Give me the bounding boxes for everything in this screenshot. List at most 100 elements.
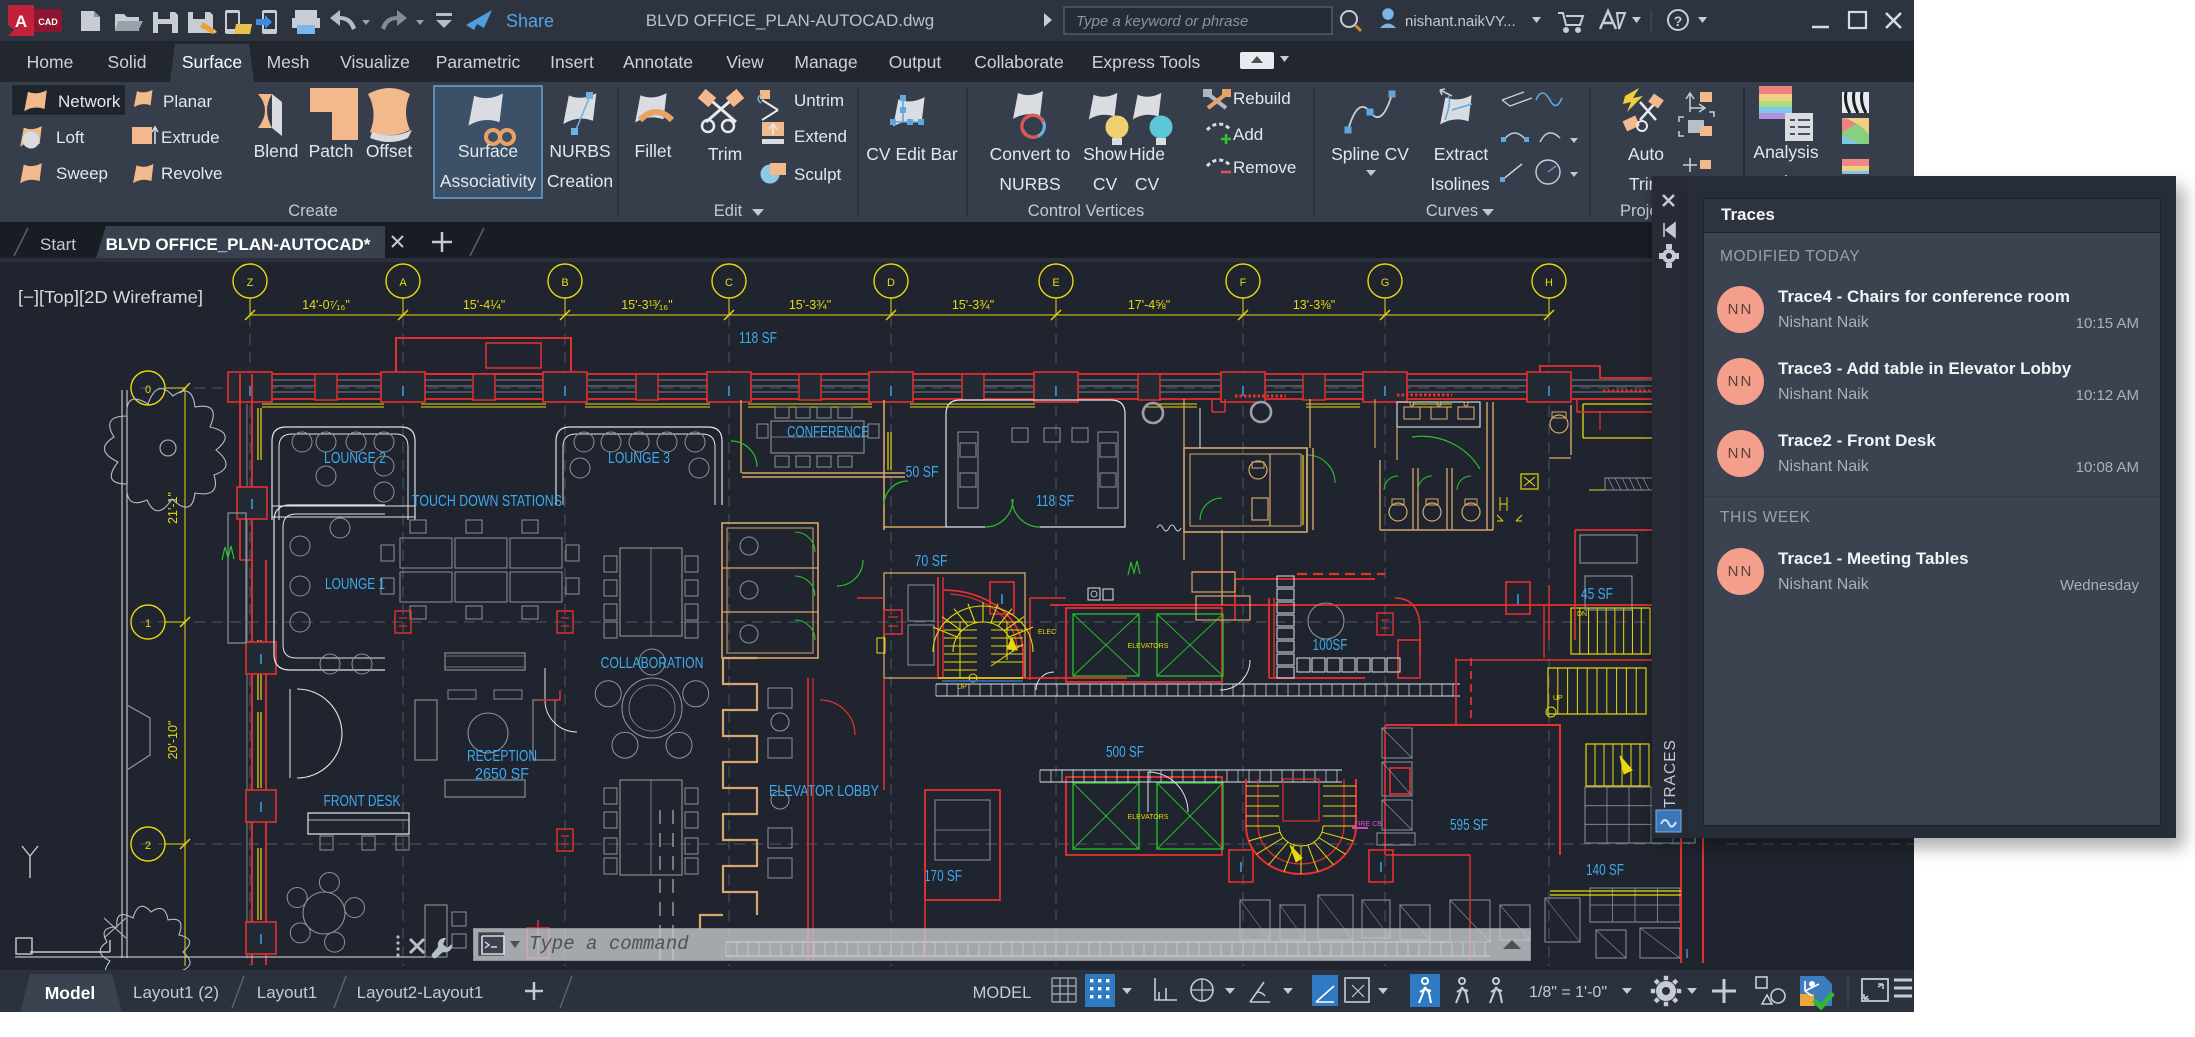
- svg-text:Manage: Manage: [794, 52, 857, 72]
- svg-text:Fillet: Fillet: [635, 141, 672, 161]
- svg-text:170 SF: 170 SF: [924, 868, 962, 885]
- svg-text:Revolve: Revolve: [161, 164, 222, 183]
- svg-text:Output: Output: [889, 52, 942, 72]
- svg-text:Mesh: Mesh: [267, 52, 310, 72]
- svg-text:118 SF: 118 SF: [739, 330, 777, 347]
- svg-text:I: I: [1054, 383, 1058, 400]
- svg-text:CV Edit Bar: CV Edit Bar: [866, 144, 958, 164]
- svg-text:Convert to: Convert to: [990, 144, 1071, 164]
- svg-text:118 SF: 118 SF: [1036, 493, 1074, 510]
- svg-text:ELEC: ELEC: [1038, 629, 1056, 636]
- svg-text:[−][Top][2D Wireframe]: [−][Top][2D Wireframe]: [18, 287, 203, 307]
- svg-text:Associativity: Associativity: [440, 171, 537, 191]
- svg-text:E: E: [1052, 277, 1059, 289]
- svg-text:A: A: [399, 277, 407, 289]
- svg-text:Extend: Extend: [794, 127, 847, 146]
- svg-text:CAD: CAD: [38, 17, 58, 27]
- svg-text:CV: CV: [1093, 174, 1118, 194]
- svg-text:Surface: Surface: [182, 52, 242, 72]
- svg-text:2650 SF: 2650 SF: [475, 766, 529, 783]
- svg-text:Annotate: Annotate: [623, 52, 693, 72]
- svg-text:I: I: [250, 496, 254, 513]
- svg-text:Solid: Solid: [108, 52, 147, 72]
- svg-text:Control Vertices: Control Vertices: [1028, 202, 1144, 220]
- svg-text:I: I: [1000, 591, 1004, 608]
- svg-text:Analysis: Analysis: [1753, 142, 1818, 162]
- svg-text:Visualize: Visualize: [340, 52, 410, 72]
- svg-text:Home: Home: [27, 52, 74, 72]
- svg-text:Layout2-Layout1: Layout2-Layout1: [357, 983, 484, 1002]
- svg-text:I: I: [1383, 383, 1387, 400]
- svg-text:G: G: [1381, 277, 1390, 289]
- svg-text:FIRE CB: FIRE CB: [1354, 821, 1382, 828]
- svg-text:Remove: Remove: [1233, 158, 1296, 177]
- svg-text:Curves: Curves: [1426, 202, 1478, 220]
- svg-text:1/8" = 1'-0": 1/8" = 1'-0": [1529, 984, 1607, 1001]
- svg-text:I: I: [259, 799, 263, 816]
- svg-text:595 SF: 595 SF: [1450, 817, 1488, 834]
- svg-text:LOUNGE 1: LOUNGE 1: [325, 576, 385, 593]
- svg-text:CV: CV: [1135, 174, 1160, 194]
- svg-text:I: I: [563, 383, 567, 400]
- svg-text:Sweep: Sweep: [56, 164, 108, 183]
- svg-text:14'-0⁷⁄₁₆": 14'-0⁷⁄₁₆": [302, 298, 350, 312]
- svg-text:DN: DN: [1577, 611, 1587, 618]
- svg-text:Share: Share: [506, 11, 554, 31]
- svg-text:Model: Model: [45, 983, 96, 1003]
- svg-text:Add: Add: [1233, 125, 1263, 144]
- svg-text:Insert: Insert: [550, 52, 594, 72]
- svg-text:Trim: Trim: [708, 144, 742, 164]
- svg-text:Spline CV: Spline CV: [1331, 144, 1409, 164]
- svg-text:LOUNGE 3: LOUNGE 3: [608, 450, 670, 467]
- svg-text:1: 1: [145, 618, 151, 630]
- svg-text:TRACES: TRACES: [1662, 739, 1679, 808]
- svg-text:Start: Start: [40, 235, 76, 254]
- svg-text:17'-4⅝": 17'-4⅝": [1128, 298, 1170, 312]
- svg-text:I: I: [401, 383, 405, 400]
- svg-text:Loft: Loft: [56, 128, 85, 147]
- svg-text:500 SF: 500 SF: [1106, 744, 1144, 761]
- svg-text:B: B: [561, 277, 568, 289]
- svg-text:Surface: Surface: [458, 141, 518, 161]
- svg-text:ELEVATORS: ELEVATORS: [1128, 814, 1169, 821]
- svg-text:ELEVATORS: ELEVATORS: [1128, 643, 1169, 650]
- svg-text:Creation: Creation: [547, 171, 613, 191]
- svg-text:15'-3¹³⁄₁₆": 15'-3¹³⁄₁₆": [621, 298, 673, 312]
- svg-text:UP: UP: [1553, 695, 1563, 702]
- svg-text:BLVD OFFICE_PLAN-AUTOCAD*: BLVD OFFICE_PLAN-AUTOCAD*: [106, 235, 371, 254]
- svg-text:I: I: [259, 651, 263, 668]
- svg-text:Offset: Offset: [366, 141, 413, 161]
- svg-text:I: I: [1685, 946, 1689, 961]
- svg-text:?: ?: [1674, 13, 1683, 29]
- svg-text:70 SF: 70 SF: [915, 553, 948, 570]
- svg-text:ELEVATOR LOBBY: ELEVATOR LOBBY: [769, 783, 879, 800]
- svg-text:I: I: [727, 383, 731, 400]
- svg-text:Extract: Extract: [1434, 144, 1489, 164]
- svg-text:Planar: Planar: [163, 92, 212, 111]
- svg-text:Collaborate: Collaborate: [974, 52, 1064, 72]
- svg-text:Network: Network: [58, 92, 121, 111]
- svg-text:Extrude: Extrude: [161, 128, 220, 147]
- svg-text:Parametric: Parametric: [436, 52, 521, 72]
- svg-text:C: C: [725, 277, 733, 289]
- svg-text:BLVD OFFICE_PLAN-AUTOCAD.dwg: BLVD OFFICE_PLAN-AUTOCAD.dwg: [646, 11, 934, 30]
- svg-text:Z: Z: [247, 277, 254, 289]
- svg-text:20'-10": 20'-10": [166, 721, 180, 760]
- svg-text:2: 2: [145, 840, 151, 852]
- svg-text:15'-4¼": 15'-4¼": [463, 298, 505, 312]
- svg-text:Express Tools: Express Tools: [1092, 52, 1201, 72]
- svg-text:MODEL: MODEL: [973, 984, 1032, 1002]
- svg-text:UP: UP: [957, 684, 967, 691]
- svg-text:Rebuild: Rebuild: [1233, 89, 1291, 108]
- svg-text:50 SF: 50 SF: [906, 464, 939, 481]
- svg-text:CONFERENCE: CONFERENCE: [787, 424, 869, 441]
- svg-text:A: A: [15, 12, 27, 31]
- svg-text:Show: Show: [1083, 144, 1127, 164]
- svg-text:Layout1: Layout1: [257, 983, 318, 1002]
- svg-text:View: View: [726, 52, 764, 72]
- svg-text:21'-1": 21'-1": [166, 492, 180, 524]
- svg-text:140 SF: 140 SF: [1586, 862, 1624, 879]
- svg-text:15'-3¾": 15'-3¾": [789, 298, 831, 312]
- svg-text:TOUCH DOWN STATIONS: TOUCH DOWN STATIONS: [412, 493, 562, 510]
- svg-text:Create: Create: [288, 202, 338, 220]
